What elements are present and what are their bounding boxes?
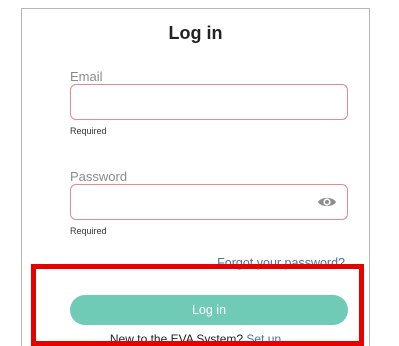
password-field[interactable] xyxy=(70,184,348,220)
email-field[interactable] xyxy=(70,84,348,120)
eye-icon[interactable] xyxy=(317,194,337,210)
password-input[interactable] xyxy=(71,185,347,219)
highlight-box xyxy=(31,264,364,346)
email-input[interactable] xyxy=(71,85,347,119)
page-title: Log in xyxy=(168,23,223,43)
email-required-hint: Required xyxy=(70,126,107,136)
password-label: Password xyxy=(70,169,128,184)
email-label: Email xyxy=(70,69,103,84)
password-required-hint: Required xyxy=(70,226,107,236)
